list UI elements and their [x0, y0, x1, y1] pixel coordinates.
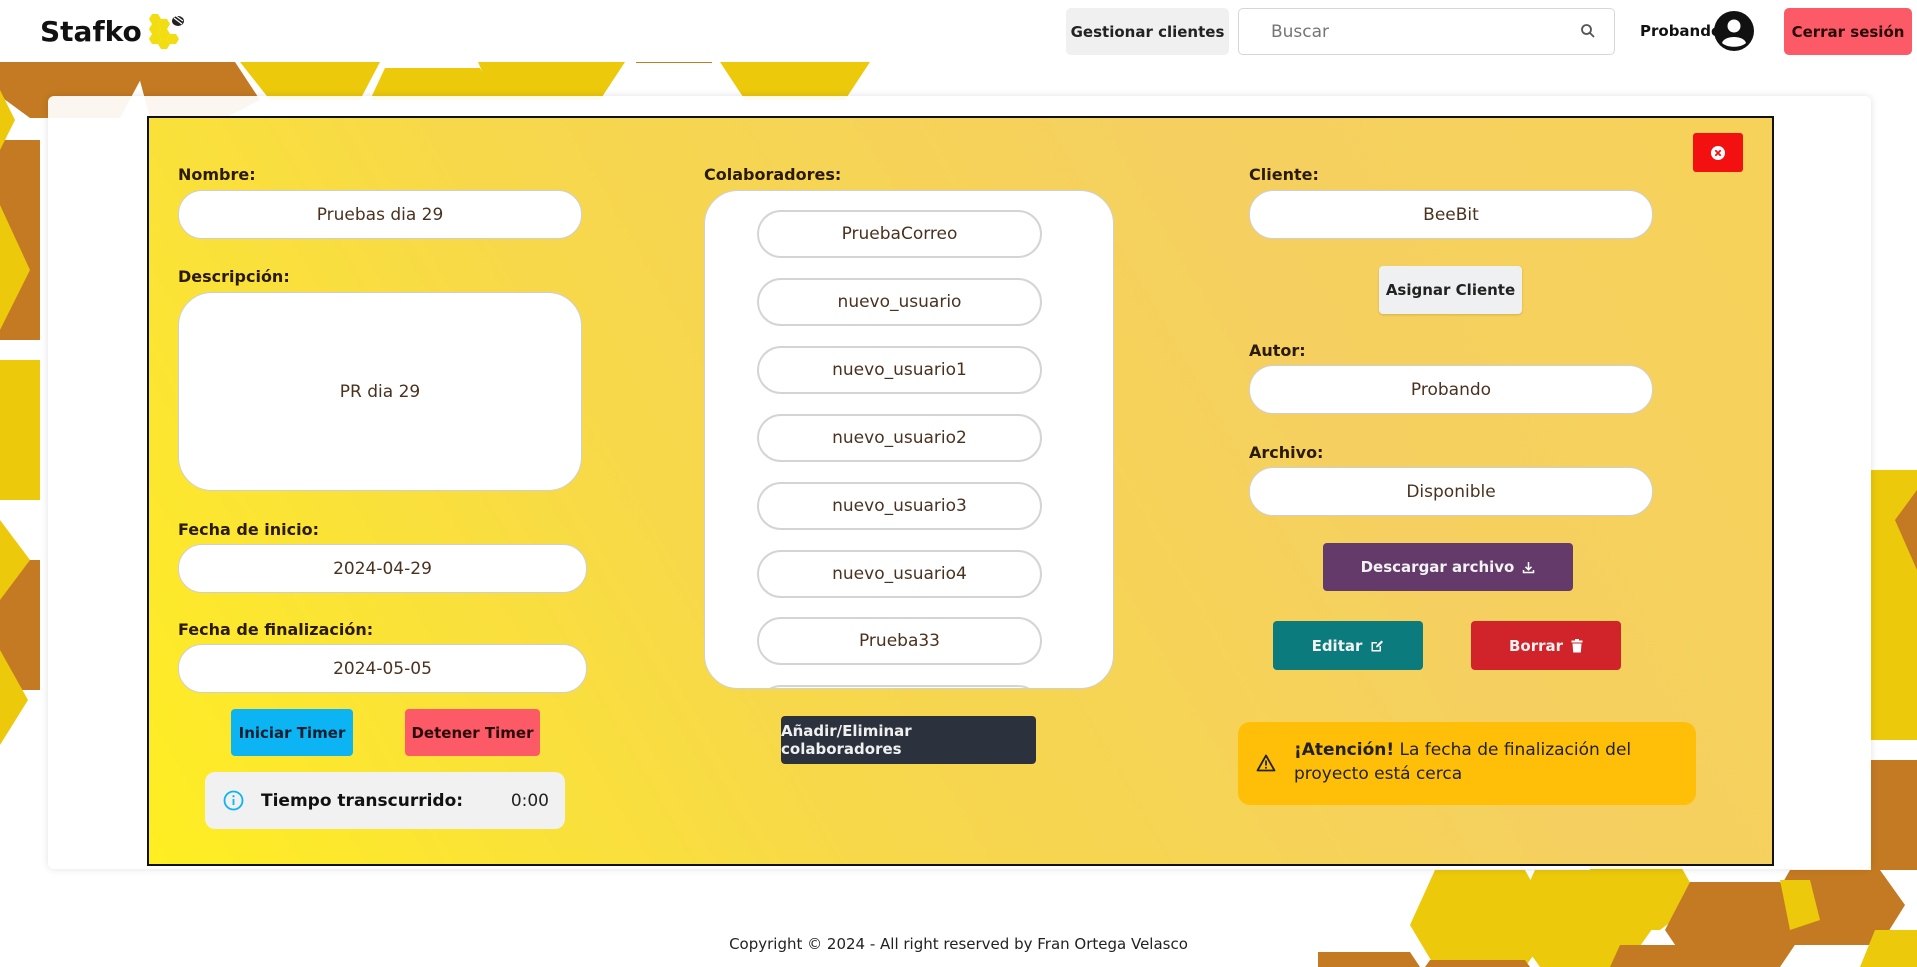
collaborator-item: PruebaCorreo: [757, 210, 1042, 258]
client-field: BeeBit: [1249, 190, 1653, 239]
start-date-field: 2024-04-29: [178, 544, 587, 593]
collaborator-item: nuevo_usuario2: [757, 414, 1042, 462]
collaborator-item: Prueba33: [757, 617, 1042, 665]
collaborator-item: nuevo_usuario4: [757, 550, 1042, 598]
download-file-label: Descargar archivo: [1360, 558, 1515, 576]
project-detail-panel: Nombre: Pruebas dia 29 Descripción: PR d…: [147, 116, 1774, 866]
elapsed-time-label: Tiempo transcurrido:: [261, 791, 464, 811]
search-bar[interactable]: [1238, 8, 1615, 55]
edit-project-button[interactable]: Editar: [1273, 621, 1423, 670]
warning-triangle-icon: [1256, 754, 1276, 772]
collaborator-item: nuevo_usuario3: [757, 482, 1042, 530]
description-label: Descripción:: [178, 267, 290, 286]
download-icon: [1523, 561, 1535, 573]
user-name[interactable]: Probando: [1640, 22, 1721, 40]
manage-clients-button[interactable]: Gestionar clientes: [1066, 8, 1229, 55]
user-avatar-icon[interactable]: [1713, 10, 1755, 52]
edit-icon: [1371, 640, 1384, 651]
close-button[interactable]: [1693, 133, 1743, 172]
file-label: Archivo:: [1249, 443, 1324, 462]
logout-button[interactable]: Cerrar sesión: [1784, 8, 1912, 55]
download-file-button[interactable]: Descargar archivo: [1323, 543, 1573, 591]
author-field: Probando: [1249, 365, 1653, 414]
brand[interactable]: Stafko: [40, 10, 188, 52]
search-input[interactable]: [1271, 21, 1561, 42]
client-label: Cliente:: [1249, 165, 1319, 184]
trash-icon: [1571, 638, 1583, 652]
collaborators-list[interactable]: PruebaCorreo nuevo_usuario nuevo_usuario…: [704, 190, 1114, 689]
bee-logo-icon: [148, 14, 184, 49]
edit-project-label: Editar: [1311, 636, 1363, 655]
start-timer-button[interactable]: Iniciar Timer: [231, 709, 353, 756]
delete-project-button[interactable]: Borrar: [1471, 621, 1621, 670]
alert-strong-text: ¡Atención!: [1294, 740, 1395, 760]
stop-timer-button[interactable]: Detener Timer: [405, 709, 540, 756]
close-circle-icon: [1711, 145, 1725, 160]
delete-project-label: Borrar: [1508, 636, 1564, 655]
alert-message: ¡Atención! La fecha de finalización del …: [1294, 738, 1684, 786]
brand-name[interactable]: Stafko: [40, 15, 142, 48]
collaborators-label: Colaboradores:: [704, 165, 842, 184]
file-status-field: Disponible: [1249, 467, 1653, 516]
end-date-field: 2024-05-05: [178, 644, 587, 693]
elapsed-time-box: Tiempo transcurrido: 0:00: [205, 772, 565, 829]
edit-collaborators-button[interactable]: Añadir/Eliminar colaboradores: [781, 716, 1036, 764]
collaborator-item-partial: [757, 685, 1042, 688]
collaborator-item: nuevo_usuario: [757, 278, 1042, 326]
top-navbar: Stafko Gestionar clientes Probando: [0, 0, 1917, 62]
name-field: Pruebas dia 29: [178, 190, 582, 239]
footer-copyright: Copyright © 2024 - All right reserved by…: [729, 935, 1188, 953]
deadline-warning-alert: ¡Atención! La fecha de finalización del …: [1238, 722, 1696, 805]
info-icon: [223, 790, 244, 811]
author-label: Autor:: [1249, 341, 1306, 360]
elapsed-time-value: 0:00: [510, 791, 549, 811]
search-icon[interactable]: [1580, 23, 1596, 39]
collaborator-item: nuevo_usuario1: [757, 346, 1042, 394]
name-label: Nombre:: [178, 165, 256, 184]
description-field: PR dia 29: [178, 292, 582, 491]
start-date-label: Fecha de inicio:: [178, 520, 319, 539]
assign-client-button[interactable]: Asignar Cliente: [1379, 266, 1522, 314]
end-date-label: Fecha de finalización:: [178, 620, 374, 639]
